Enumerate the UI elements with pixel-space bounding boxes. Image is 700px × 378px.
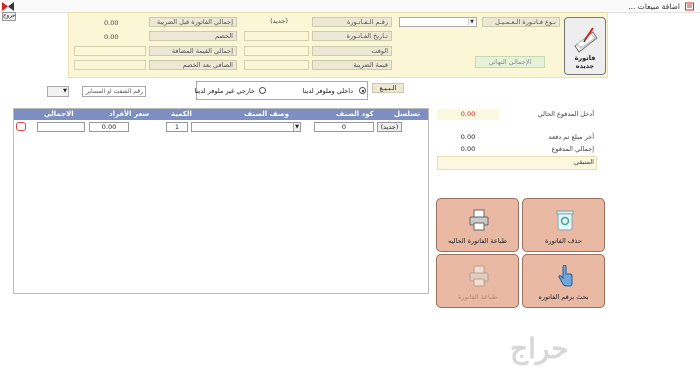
table-row[interactable]: 0.00 1 ▼ 0 (جديد) (14, 121, 428, 134)
cell-serial[interactable]: (جديد) (377, 122, 402, 132)
window-icon (685, 2, 694, 11)
print-invoice-button: طباعة الفاتورة (436, 254, 519, 308)
print-current-label: طباعة الفاتورة الحاليه (448, 237, 507, 245)
watermark-logo: حراج (510, 332, 569, 365)
invoice-date-field[interactable] (244, 31, 309, 41)
cell-total[interactable] (37, 122, 85, 132)
print-invoice-label: طباعة الفاتورة (457, 293, 498, 301)
new-invoice-label: فاتورة جديده (574, 54, 596, 70)
delete-invoice-button[interactable]: حذف الفاتورة (522, 198, 605, 252)
remaining-value: 0.00 (460, 133, 476, 141)
col-serial[interactable]: تسلسل (394, 110, 420, 118)
invoice-number-value: (جديد) (270, 17, 288, 25)
col-qty[interactable]: الكمية (171, 110, 192, 118)
printer-icon (469, 209, 489, 231)
cell-unit-price[interactable]: 0.00 (89, 122, 129, 132)
tax-amount-field (244, 60, 309, 70)
discount-label: الخصم (149, 31, 237, 41)
search-invoice-label: بحث برقم الفاتوره (538, 293, 589, 301)
search-invoice-button[interactable]: بحث برقم الفاتوره (522, 254, 605, 308)
cell-item-code[interactable]: 0 (314, 122, 374, 132)
cell-qty[interactable]: 1 (166, 122, 188, 132)
print-current-invoice-button[interactable]: طباعة الفاتورة الحاليه (436, 198, 519, 252)
col-unit-price[interactable]: سعر الأفراد (109, 110, 149, 118)
value-added-total-field (74, 46, 146, 56)
invoice-date-label: تـاريخ الفـاتـورة (312, 31, 392, 41)
cell-item-desc[interactable]: ▼ (191, 122, 301, 132)
tax-amount-label: قيمة الضريبة (312, 60, 392, 70)
remaining-label: أخر مبلغ تم دفعه (548, 133, 594, 141)
recycle-bin-icon (556, 210, 574, 231)
shift-combo[interactable]: ▼ (47, 86, 69, 97)
chevron-down-icon[interactable]: ▼ (63, 88, 67, 94)
new-invoice-button[interactable]: فاتورة جديده (564, 17, 606, 75)
delete-invoice-label: حذف الفاتورة (544, 237, 582, 245)
grand-total-box: الإجمالي النهائي (475, 56, 545, 68)
invoice-header-panel: نـوع فـاتـورة الـعـمـيـل ▼ رقـم الـفـاتـ… (68, 12, 608, 78)
radio-external-label[interactable]: خارجي غير ملوفر لدينا (194, 87, 255, 95)
radio-local[interactable] (359, 87, 366, 94)
chevron-down-icon[interactable]: ▼ (468, 19, 475, 25)
total-before-tax-label: إجمالي الفاتورة قبل الضريبة (149, 17, 237, 27)
chevron-down-icon[interactable]: ▼ (293, 123, 300, 131)
invoice-number-label: رقـم الـفـاتـورة (312, 17, 392, 27)
current-paid-value[interactable]: 0.00 (437, 109, 499, 120)
window-title: اضافة مبيعات ... (628, 2, 680, 11)
exit-button[interactable]: خروج (2, 12, 16, 21)
time-label: الوقت (312, 46, 392, 56)
balance-value (437, 157, 499, 168)
radio-local-label[interactable]: داخلي وملوفر لدينا (303, 87, 353, 95)
discount-value: 0.00 (104, 33, 119, 41)
total-paid-value: 0.00 (460, 145, 476, 153)
col-total[interactable]: الاجمالي (44, 110, 74, 118)
printer-icon (469, 265, 489, 287)
invoice-type-label: نـوع فـاتـورة الـعـمـيـل (482, 17, 560, 27)
grid-header: تسلسل كود الصنف وصف الصنف الكمية سعر الأ… (14, 109, 428, 120)
row-selector-icon[interactable] (16, 122, 26, 131)
radio-external[interactable] (259, 87, 266, 94)
col-item-desc[interactable]: وصف الصنف (244, 110, 289, 118)
net-after-discount-label: الصافي بعد الخصم (149, 60, 237, 70)
items-grid: تسلسل كود الصنف وصف الصنف الكمية سعر الأ… (13, 108, 429, 294)
col-item-code[interactable]: كود الصنف (336, 110, 374, 118)
shift-input[interactable]: رقم الشفت او المساير (82, 86, 146, 97)
net-after-discount-field (74, 60, 146, 70)
current-paid-label: أدخل المدفوع الحالي (537, 110, 594, 118)
value-added-total-label: إجمالي القيمة المضافة (149, 46, 237, 56)
sale-type-label: الـبـيـع (372, 83, 404, 93)
total-paid-label: إجمالي المدفوع (551, 145, 594, 153)
app-logo-icon[interactable] (2, 2, 14, 11)
hand-pointer-icon (558, 265, 573, 287)
sale-type-group: داخلي وملوفر لدينا خارجي غير ملوفر لدينا (194, 81, 368, 100)
balance-label: المتبقي (573, 158, 594, 166)
invoice-type-combo[interactable]: ▼ (399, 17, 477, 27)
new-document-icon (574, 27, 598, 53)
total-before-tax-value: 0.00 (104, 19, 119, 27)
time-field[interactable] (244, 46, 309, 56)
